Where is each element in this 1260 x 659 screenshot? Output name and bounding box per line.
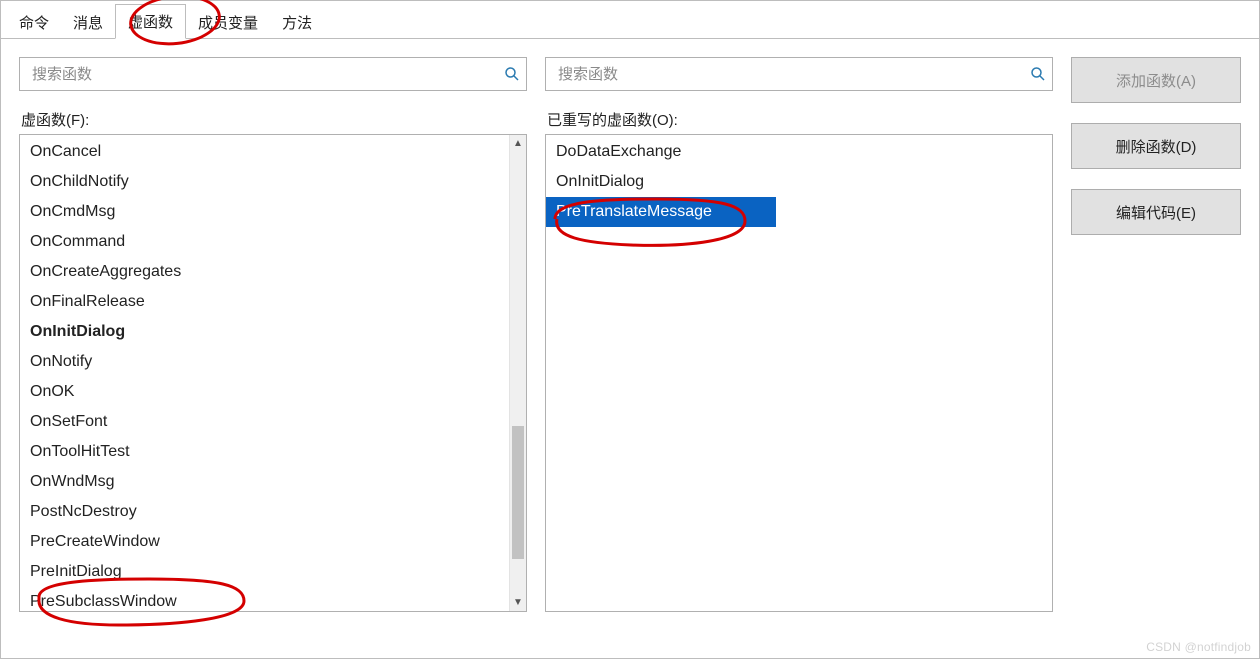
list-item[interactable]: PostNcDestroy bbox=[20, 497, 526, 527]
scroll-track[interactable] bbox=[510, 152, 526, 594]
list-item[interactable]: OnCancel bbox=[20, 137, 526, 167]
button-column: 添加函数(A) 删除函数(D) 编辑代码(E) bbox=[1071, 57, 1241, 612]
panel-body: 虚函数(F): OnCancelOnChildNotifyOnCmdMsgOnC… bbox=[1, 39, 1259, 612]
tab-commands[interactable]: 命令 bbox=[7, 6, 61, 39]
left-column: 虚函数(F): OnCancelOnChildNotifyOnCmdMsgOnC… bbox=[19, 57, 527, 612]
right-column: 已重写的虚函数(O): DoDataExchangeOnInitDialogPr… bbox=[545, 57, 1053, 612]
search-left-input[interactable] bbox=[30, 65, 504, 84]
tab-methods[interactable]: 方法 bbox=[270, 6, 324, 39]
right-section-label: 已重写的虚函数(O): bbox=[547, 109, 1053, 130]
list-item[interactable]: PreSubclassWindow bbox=[20, 587, 526, 612]
search-icon bbox=[1030, 66, 1046, 82]
add-function-button[interactable]: 添加函数(A) bbox=[1071, 57, 1241, 103]
tabstrip: 命令 消息 虚函数 成员变量 方法 bbox=[1, 1, 1259, 39]
delete-function-button[interactable]: 删除函数(D) bbox=[1071, 123, 1241, 169]
search-left[interactable] bbox=[19, 57, 527, 91]
tab-messages[interactable]: 消息 bbox=[61, 6, 115, 39]
scrollbar[interactable]: ▲ ▼ bbox=[509, 135, 526, 611]
list-item[interactable]: OnCreateAggregates bbox=[20, 257, 526, 287]
tab-virtual-functions[interactable]: 虚函数 bbox=[115, 4, 186, 39]
list-item[interactable]: OnCmdMsg bbox=[20, 197, 526, 227]
virtual-functions-list[interactable]: OnCancelOnChildNotifyOnCmdMsgOnCommandOn… bbox=[19, 134, 527, 612]
left-section-label: 虚函数(F): bbox=[21, 109, 527, 130]
list-item[interactable]: PreCreateWindow bbox=[20, 527, 526, 557]
list-item[interactable]: OnInitDialog bbox=[546, 167, 1052, 197]
overridden-functions-list[interactable]: DoDataExchangeOnInitDialogPreTranslateMe… bbox=[545, 134, 1053, 612]
list-item[interactable]: OnNotify bbox=[20, 347, 526, 377]
scroll-up-icon[interactable]: ▲ bbox=[510, 135, 527, 152]
list-item[interactable]: OnFinalRelease bbox=[20, 287, 526, 317]
watermark: CSDN @notfindjob bbox=[1146, 640, 1251, 654]
list-item[interactable]: OnWndMsg bbox=[20, 467, 526, 497]
tab-member-variables[interactable]: 成员变量 bbox=[186, 6, 270, 39]
list-item[interactable]: OnSetFont bbox=[20, 407, 526, 437]
scroll-down-icon[interactable]: ▼ bbox=[510, 594, 527, 611]
search-right-input[interactable] bbox=[556, 65, 1030, 84]
list-item[interactable]: PreInitDialog bbox=[20, 557, 526, 587]
search-right[interactable] bbox=[545, 57, 1053, 91]
search-icon bbox=[504, 66, 520, 82]
list-item[interactable]: OnToolHitTest bbox=[20, 437, 526, 467]
class-wizard-panel: 命令 消息 虚函数 成员变量 方法 虚函数(F): OnCancelOnChil… bbox=[0, 0, 1260, 659]
edit-code-button[interactable]: 编辑代码(E) bbox=[1071, 189, 1241, 235]
scroll-thumb[interactable] bbox=[512, 426, 524, 559]
list-item[interactable]: OnCommand bbox=[20, 227, 526, 257]
list-item[interactable]: OnOK bbox=[20, 377, 526, 407]
list-item[interactable]: PreTranslateMessage bbox=[546, 197, 776, 227]
list-item[interactable]: OnInitDialog bbox=[20, 317, 526, 347]
list-item[interactable]: DoDataExchange bbox=[546, 137, 1052, 167]
list-item[interactable]: OnChildNotify bbox=[20, 167, 526, 197]
